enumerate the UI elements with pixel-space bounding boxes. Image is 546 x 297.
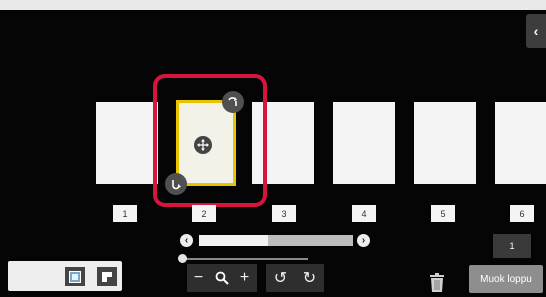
page-number-2: 2	[192, 205, 216, 222]
thumbnail-view-button[interactable]	[65, 267, 85, 286]
page-number-3: 3	[272, 205, 296, 222]
page-number-5: 5	[431, 205, 455, 222]
finish-editing-button[interactable]: Muok loppu	[469, 265, 543, 293]
zoom-out-button[interactable]: −	[187, 264, 210, 292]
scroll-track[interactable]	[199, 235, 353, 246]
page-thumbnail-5[interactable]	[414, 102, 476, 184]
thumbnail-view-icon	[69, 270, 81, 283]
undo-button[interactable]: ↺	[266, 264, 295, 292]
page-thumbnail-6[interactable]	[495, 102, 546, 184]
delete-button[interactable]	[428, 273, 446, 292]
single-page-view-icon	[102, 271, 112, 282]
redo-button[interactable]: ↻	[295, 264, 324, 292]
zoom-slider-rail	[182, 258, 308, 260]
page-scrollbar[interactable]: ‹ ›	[180, 232, 371, 248]
minus-icon: −	[193, 269, 204, 286]
top-bar	[0, 0, 546, 10]
zoom-toolbar: − +	[187, 264, 257, 292]
scroll-right-button[interactable]: ›	[357, 234, 370, 247]
scroll-thumb[interactable]	[199, 235, 269, 246]
rotate-counterclockwise-icon[interactable]	[165, 173, 187, 195]
page-counter: 1	[493, 234, 531, 258]
undo-redo-toolbar: ↺ ↻	[266, 264, 324, 292]
view-toggle	[8, 261, 122, 291]
single-page-view-button[interactable]	[97, 267, 117, 286]
chevron-left-icon: ‹	[533, 23, 539, 39]
magnifier-icon	[215, 271, 229, 285]
scroll-left-button[interactable]: ‹	[180, 234, 193, 247]
page-number-4: 4	[352, 205, 376, 222]
plus-icon: +	[239, 269, 250, 286]
move-icon[interactable]	[194, 136, 212, 154]
rotate-clockwise-icon[interactable]	[222, 91, 244, 113]
undo-icon: ↺	[273, 270, 288, 287]
zoom-slider-knob[interactable]	[178, 254, 187, 263]
page-number-1: 1	[113, 205, 137, 222]
redo-icon: ↻	[302, 270, 317, 287]
page-thumbnail-4[interactable]	[333, 102, 395, 184]
trash-icon	[430, 273, 444, 292]
page-number-6: 6	[510, 205, 534, 222]
zoom-in-button[interactable]: +	[233, 264, 256, 292]
zoom-slider[interactable]	[178, 254, 310, 264]
zoom-search-button[interactable]	[210, 264, 233, 292]
page-thumbnail-1[interactable]	[96, 102, 158, 184]
collapse-panel-button[interactable]: ‹	[526, 14, 546, 48]
